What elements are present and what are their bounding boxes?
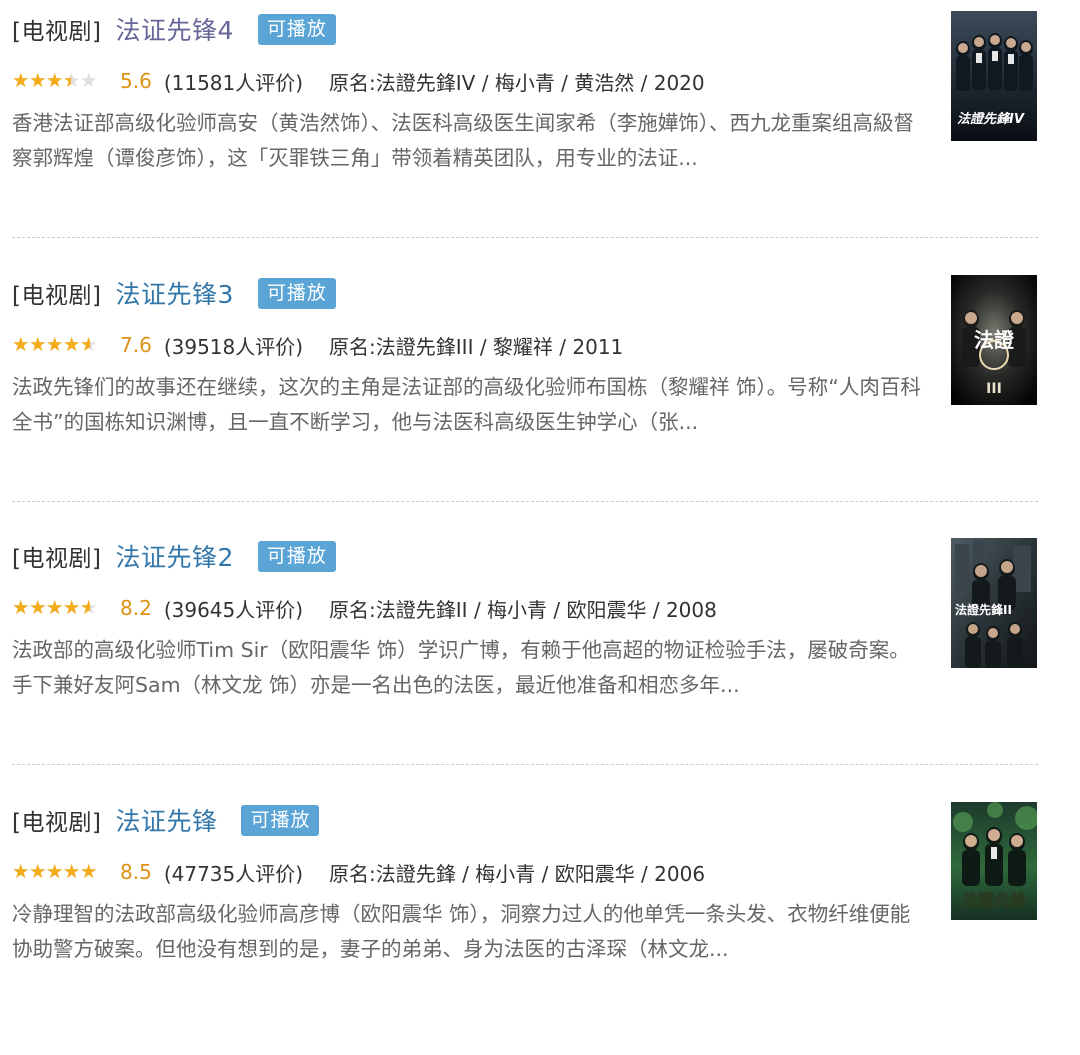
cover-logo-text: 法證: [974, 328, 1015, 352]
rating-count[interactable]: (11581人评价): [164, 67, 303, 96]
playable-badge[interactable]: 可播放: [257, 277, 336, 309]
rating-count[interactable]: (39518人评价): [164, 331, 303, 360]
cover-image[interactable]: 法證先鋒: [951, 802, 1037, 932]
rating-score: 7.6: [120, 333, 152, 357]
rating-stars-filled-icon: ★★★★★: [12, 335, 91, 355]
item-title-link[interactable]: 法证先锋2: [115, 538, 233, 574]
result-header: [电视剧] 法证先锋3 可播放: [12, 276, 336, 310]
cover-image[interactable]: 法證先鋒IV: [951, 11, 1037, 141]
item-description: 法政部的高级化验师Tim Sir（欧阳震华 饰）学识广博，有赖于他高超的物证检验…: [12, 638, 910, 697]
item-divider: [12, 764, 1038, 765]
result-item: [电视剧] 法证先锋 可播放 ★★★★★ ★★★★★ 8.5 (47735人评价…: [0, 791, 1080, 1055]
rating-stars-filled-icon: ★★★★★: [12, 862, 97, 882]
rating-row: ★★★★★ ★★★★★ 8.2 (39645人评价) 原名:法證先鋒II / 梅…: [12, 593, 717, 623]
rating-row: ★★★★★ ★★★★★ 8.5 (47735人评价) 原名:法證先鋒 / 梅小青…: [12, 857, 705, 887]
rating-count[interactable]: (47735人评价): [164, 858, 303, 887]
cover-logo-text: 法證先鋒II: [955, 602, 1012, 617]
rating-score: 8.2: [120, 596, 152, 620]
playable-badge[interactable]: 可播放: [257, 13, 336, 45]
rating-score: 5.6: [120, 69, 152, 93]
rating-score: 8.5: [120, 860, 152, 884]
svg-text:III: III: [986, 381, 1002, 397]
item-title-link[interactable]: 法证先锋3: [115, 275, 233, 311]
result-header: [电视剧] 法证先锋 可播放: [12, 802, 320, 838]
item-type-label: [电视剧]: [12, 810, 102, 836]
rating-stars-filled-icon: ★★★★★: [12, 71, 71, 91]
cover-image[interactable]: 法證先鋒II: [951, 538, 1037, 668]
item-type-label: [电视剧]: [12, 19, 102, 45]
playable-badge[interactable]: 可播放: [241, 804, 320, 836]
result-header: [电视剧] 法证先锋2 可播放: [12, 539, 336, 573]
cover-image[interactable]: 法證 III: [951, 275, 1037, 405]
original-name-meta: 原名:法證先鋒 / 梅小青 / 欧阳震华 / 2006: [329, 861, 706, 886]
result-item: [电视剧] 法证先锋4 可播放 ★★★★★ ★★★★★ 5.6 (11581人评…: [0, 0, 1080, 264]
cover-logo-text: 法證先鋒: [962, 891, 1027, 910]
rating-stars-filled-icon: ★★★★★: [12, 598, 91, 618]
item-description: 法政先锋们的故事还在继续，这次的主角是法证部的高级化验师布国栋（黎耀祥 饰）。号…: [12, 375, 921, 434]
item-divider: [12, 501, 1038, 502]
original-name-meta: 原名:法證先鋒IV / 梅小青 / 黄浩然 / 2020: [329, 70, 705, 95]
item-title-link[interactable]: 法证先锋4: [115, 11, 233, 47]
rating-stars: ★★★★★ ★★★★★: [12, 335, 110, 355]
item-divider: [12, 237, 1038, 238]
item-description: 香港法证部高级化验师高安（黄浩然饰）、法医科高级医生闻家希（李施嬅饰）、西九龙重…: [12, 111, 914, 170]
original-name-meta: 原名:法證先鋒III / 黎耀祥 / 2011: [329, 334, 624, 359]
rating-count[interactable]: (39645人评价): [164, 594, 303, 623]
item-type-label: [电视剧]: [12, 283, 102, 309]
item-description: 冷静理智的法政部高级化验师高彦博（欧阳震华 饰），洞察力过人的他单凭一条头发、衣…: [12, 902, 911, 961]
item-type-label: [电视剧]: [12, 546, 102, 572]
rating-stars: ★★★★★ ★★★★★: [12, 71, 110, 91]
rating-row: ★★★★★ ★★★★★ 7.6 (39518人评价) 原名:法證先鋒III / …: [12, 330, 623, 360]
cover-logo-text: 法證先鋒IV: [957, 111, 1025, 127]
original-name-meta: 原名:法證先鋒II / 梅小青 / 欧阳震华 / 2008: [329, 597, 717, 622]
rating-row: ★★★★★ ★★★★★ 5.6 (11581人评价) 原名:法證先鋒IV / 梅…: [12, 66, 705, 96]
item-title-link[interactable]: 法证先锋: [115, 802, 217, 838]
playable-badge[interactable]: 可播放: [257, 540, 336, 572]
result-item: [电视剧] 法证先锋2 可播放 ★★★★★ ★★★★★ 8.2 (39645人评…: [0, 527, 1080, 791]
rating-stars: ★★★★★ ★★★★★: [12, 598, 110, 618]
result-header: [电视剧] 法证先锋4 可播放: [12, 12, 336, 46]
rating-stars: ★★★★★ ★★★★★: [12, 862, 110, 882]
result-item: [电视剧] 法证先锋3 可播放 ★★★★★ ★★★★★ 7.6 (39518人评…: [0, 264, 1080, 528]
